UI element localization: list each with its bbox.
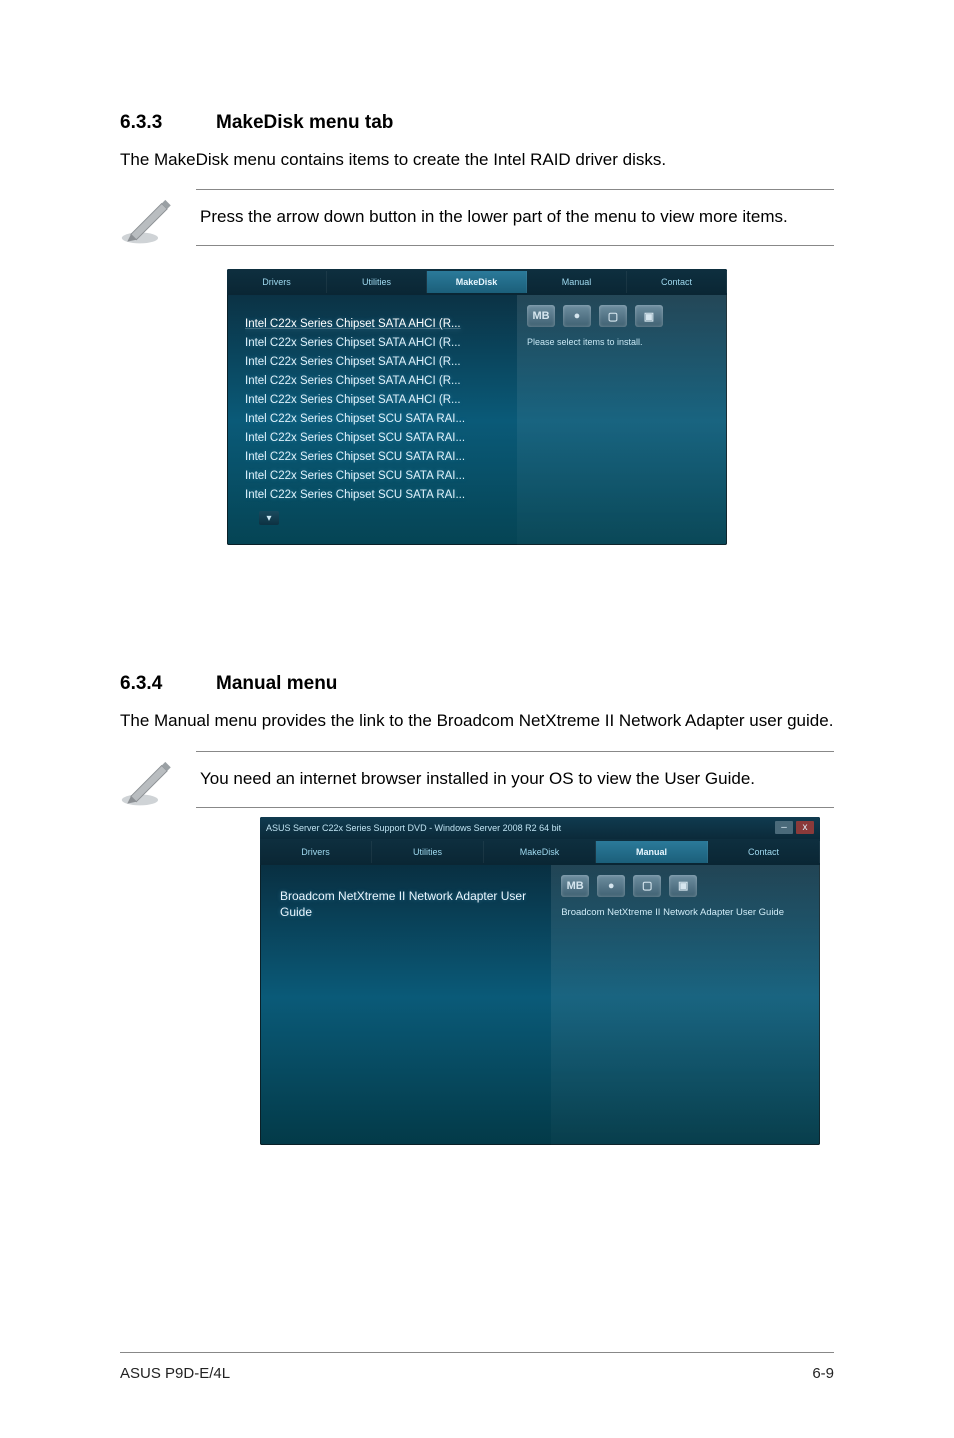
window-title: ASUS Server C22x Series Support DVD - Wi…: [266, 823, 561, 833]
badge-folder-icon[interactable]: ▢: [633, 875, 661, 897]
section-heading-manual: 6.3.4Manual menu: [120, 673, 834, 695]
tab-utilities[interactable]: Utilities: [372, 841, 484, 863]
badge-row: MB ● ▢ ▣: [561, 875, 810, 897]
badge-row: MB ● ▢ ▣: [527, 305, 717, 327]
footer-page-number: 6-9: [812, 1365, 834, 1382]
list-item[interactable]: Intel C22x Series Chipset SATA AHCI (R..…: [245, 334, 505, 353]
badge-globe-icon[interactable]: ●: [563, 305, 591, 327]
list-item[interactable]: Intel C22x Series Chipset SCU SATA RAI..…: [245, 429, 505, 448]
tab-drivers[interactable]: Drivers: [260, 841, 372, 863]
app-tabs: Drivers Utilities MakeDisk Manual Contac…: [227, 269, 727, 295]
app-tabs: Drivers Utilities MakeDisk Manual Contac…: [260, 839, 820, 865]
tab-contact[interactable]: Contact: [627, 271, 727, 293]
tab-utilities[interactable]: Utilities: [327, 271, 427, 293]
list-item[interactable]: Intel C22x Series Chipset SCU SATA RAI..…: [245, 486, 505, 505]
manual-side-desc: Broadcom NetXtreme II Network Adapter Us…: [561, 907, 810, 918]
list-item[interactable]: Intel C22x Series Chipset SATA AHCI (R..…: [245, 315, 505, 334]
section-number: 6.3.4: [120, 673, 216, 695]
note-block: Press the arrow down button in the lower…: [120, 189, 834, 247]
list-item[interactable]: Intel C22x Series Chipset SCU SATA RAI..…: [245, 467, 505, 486]
tab-makedisk[interactable]: MakeDisk: [484, 841, 596, 863]
tab-contact[interactable]: Contact: [708, 841, 820, 863]
tab-manual[interactable]: Manual: [527, 271, 627, 293]
list-item[interactable]: Intel C22x Series Chipset SCU SATA RAI..…: [245, 410, 505, 429]
section-heading-makedisk: 6.3.3MakeDisk menu tab: [120, 112, 834, 134]
note-pencil-icon: [120, 751, 178, 809]
manual-list-item[interactable]: Broadcom NetXtreme II Network Adapter Us…: [280, 889, 537, 920]
makedisk-screenshot: Drivers Utilities MakeDisk Manual Contac…: [227, 269, 727, 545]
section-title: MakeDisk menu tab: [216, 112, 393, 133]
tab-makedisk[interactable]: MakeDisk: [427, 271, 527, 293]
note-text: You need an internet browser installed i…: [196, 751, 834, 808]
section-number: 6.3.3: [120, 112, 216, 134]
badge-disk-icon[interactable]: ▣: [635, 305, 663, 327]
section-intro: The Manual menu provides the link to the…: [120, 709, 834, 732]
badge-globe-icon[interactable]: ●: [597, 875, 625, 897]
list-item[interactable]: Intel C22x Series Chipset SCU SATA RAI..…: [245, 448, 505, 467]
section-title: Manual menu: [216, 673, 337, 694]
badge-folder-icon[interactable]: ▢: [599, 305, 627, 327]
window-close-icon[interactable]: x: [796, 821, 814, 834]
page-footer: ASUS P9D-E/4L 6-9: [120, 1352, 834, 1382]
list-item[interactable]: Intel C22x Series Chipset SATA AHCI (R..…: [245, 372, 505, 391]
badge-mb-icon[interactable]: MB: [561, 875, 589, 897]
footer-model: ASUS P9D-E/4L: [120, 1365, 230, 1382]
tab-manual[interactable]: Manual: [596, 841, 708, 863]
badge-disk-icon[interactable]: ▣: [669, 875, 697, 897]
note-block: You need an internet browser installed i…: [120, 751, 834, 809]
note-pencil-icon: [120, 189, 178, 247]
side-hint: Please select items to install.: [527, 337, 717, 347]
note-text: Press the arrow down button in the lower…: [196, 189, 834, 246]
badge-mb-icon[interactable]: MB: [527, 305, 555, 327]
scroll-down-button[interactable]: ▾: [259, 511, 279, 525]
section-intro: The MakeDisk menu contains items to crea…: [120, 148, 834, 171]
list-item[interactable]: Intel C22x Series Chipset SATA AHCI (R..…: [245, 353, 505, 372]
tab-drivers[interactable]: Drivers: [227, 271, 327, 293]
manual-screenshot: ASUS Server C22x Series Support DVD - Wi…: [260, 817, 820, 1145]
window-titlebar: ASUS Server C22x Series Support DVD - Wi…: [260, 817, 820, 839]
makedisk-list: Intel C22x Series Chipset SATA AHCI (R..…: [227, 295, 517, 545]
window-min-icon[interactable]: –: [775, 821, 793, 834]
list-item[interactable]: Intel C22x Series Chipset SATA AHCI (R..…: [245, 391, 505, 410]
